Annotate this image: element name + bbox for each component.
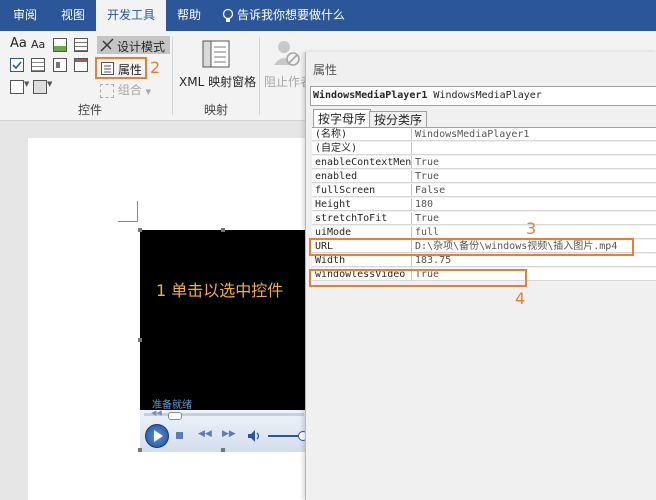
property-row[interactable]: (名称) WindowsMediaPlayer1 xyxy=(312,128,656,142)
page-margin-mark xyxy=(118,221,138,222)
group-separator xyxy=(172,37,173,115)
checkbox-content-control-icon[interactable] xyxy=(10,58,24,72)
legacy-tools-icon[interactable] xyxy=(33,80,47,94)
seek-thumb[interactable] xyxy=(168,412,182,420)
block-authors-icon xyxy=(274,41,300,66)
property-value[interactable]: True xyxy=(412,156,656,169)
stop-button[interactable] xyxy=(176,432,183,439)
block-authors-button[interactable]: 阻止作者 xyxy=(262,36,312,92)
property-value[interactable]: 180 xyxy=(412,198,656,211)
play-icon xyxy=(154,430,163,442)
tab-review[interactable]: 审阅 xyxy=(0,0,50,31)
group-separator xyxy=(259,37,260,115)
property-value[interactable]: False xyxy=(412,184,656,197)
selection-handle[interactable] xyxy=(221,448,225,452)
previous-icon[interactable]: ◀◀ xyxy=(198,429,212,439)
property-row[interactable]: Height 180 xyxy=(312,198,656,212)
ribbon-tab-bar: 审阅 视图 开发工具 帮助 告诉我你想要做什么 xyxy=(0,0,656,31)
repeating-section-dropdown-icon[interactable]: ▼ xyxy=(24,80,29,88)
lightbulb-icon xyxy=(222,8,234,22)
windowless-video-row-highlight xyxy=(309,269,527,287)
design-mode-label: 设计模式 xyxy=(117,40,166,54)
property-row[interactable]: stretchToFit True xyxy=(312,212,656,226)
repeating-section-content-control-icon[interactable] xyxy=(10,80,24,94)
selection-handle[interactable] xyxy=(138,338,142,342)
properties-icon xyxy=(101,62,114,75)
xml-mapping-label: XML 映射窗格 xyxy=(179,75,257,89)
property-value[interactable]: True xyxy=(412,170,656,183)
player-controls: ◀◀ ◀◀ ▶▶ xyxy=(140,409,308,452)
property-name: fullScreen xyxy=(312,184,412,197)
property-name: enableContextMenu xyxy=(312,156,412,169)
property-grid-empty-area xyxy=(312,283,656,500)
annotation-4: 4 xyxy=(515,289,526,308)
object-name: WindowsMediaPlayer1 xyxy=(313,90,428,101)
selection-handle[interactable] xyxy=(221,228,225,232)
picture-content-control-icon[interactable] xyxy=(53,38,67,52)
legacy-tools-dropdown-icon[interactable]: ▼ xyxy=(47,80,52,88)
group-dropdown-icon: ▼ xyxy=(145,88,152,96)
tab-categorized[interactable]: 按分类序 xyxy=(369,111,427,128)
controls-group-label: 控件 xyxy=(77,103,102,117)
design-mode-icon xyxy=(100,38,114,52)
volume-icon[interactable] xyxy=(248,430,262,442)
property-row[interactable]: enabled True xyxy=(312,170,656,184)
annotation-3: 3 xyxy=(526,219,537,238)
xml-mapping-pane-button[interactable]: XML 映射窗格 xyxy=(176,36,256,92)
property-value[interactable] xyxy=(412,142,656,155)
next-icon[interactable]: ▶▶ xyxy=(222,429,236,439)
group-label: 组合 xyxy=(117,83,142,97)
properties-button[interactable]: 属性 xyxy=(95,57,147,79)
mapping-group-label: 映射 xyxy=(203,103,228,117)
rich-text-content-control-icon[interactable]: Aa xyxy=(10,36,27,51)
play-button[interactable] xyxy=(145,424,169,448)
property-name: stretchToFit xyxy=(312,212,412,225)
page-margin-mark xyxy=(137,201,138,221)
select-control-hint: 1 单击以选中控件 xyxy=(156,281,284,300)
tell-me-box[interactable]: 告诉我你想要做什么 xyxy=(222,0,345,31)
date-picker-content-control-icon[interactable] xyxy=(74,58,88,72)
property-row[interactable]: (自定义) xyxy=(312,142,656,156)
dropdown-list-content-control-icon[interactable] xyxy=(53,58,67,72)
property-row[interactable]: enableContextMenu True xyxy=(312,156,656,170)
object-selector-dropdown[interactable]: WindowsMediaPlayer1 WindowsMediaPlayer xyxy=(310,86,656,106)
property-name: (自定义) xyxy=(312,142,412,155)
url-row-highlight xyxy=(309,238,634,256)
property-name: (名称) xyxy=(312,128,412,141)
building-block-gallery-icon[interactable] xyxy=(74,38,88,52)
properties-label: 属性 xyxy=(118,63,143,77)
object-type: WindowsMediaPlayer xyxy=(433,90,542,101)
xml-mapping-icon xyxy=(202,40,230,68)
group-icon xyxy=(100,83,114,98)
tab-help[interactable]: 帮助 xyxy=(166,0,212,31)
property-row[interactable]: fullScreen False xyxy=(312,184,656,198)
rewind-small-icon: ◀◀ xyxy=(151,409,162,417)
design-mode-button[interactable]: 设计模式 xyxy=(97,36,170,54)
property-value[interactable]: WindowsMediaPlayer1 xyxy=(412,128,656,141)
property-name: enabled xyxy=(312,170,412,183)
selection-handle[interactable] xyxy=(138,228,142,232)
combo-box-content-control-icon[interactable] xyxy=(31,58,45,72)
tell-me-label: 告诉我你想要做什么 xyxy=(237,8,346,22)
windows-media-player-control[interactable]: 1 单击以选中控件 准备就绪 ◀◀ ◀◀ ▶▶ xyxy=(140,230,308,452)
properties-pane-title: 属性 xyxy=(313,63,338,77)
annotation-2: 2 xyxy=(150,58,161,77)
tab-alphabetic[interactable]: 按字母序 xyxy=(313,109,371,128)
video-screen[interactable]: 1 单击以选中控件 准备就绪 xyxy=(140,230,308,411)
tab-developer[interactable]: 开发工具 xyxy=(96,0,166,31)
tab-view[interactable]: 视图 xyxy=(50,0,96,31)
group-button[interactable]: 组合 ▼ xyxy=(100,81,152,98)
selection-handle[interactable] xyxy=(138,448,142,452)
property-name: Height xyxy=(312,198,412,211)
plain-text-content-control-icon[interactable]: Aa xyxy=(31,38,45,51)
property-grid: (名称) WindowsMediaPlayer1 (自定义) enableCont… xyxy=(312,127,656,281)
property-row[interactable]: Width 183.75 xyxy=(312,254,656,268)
